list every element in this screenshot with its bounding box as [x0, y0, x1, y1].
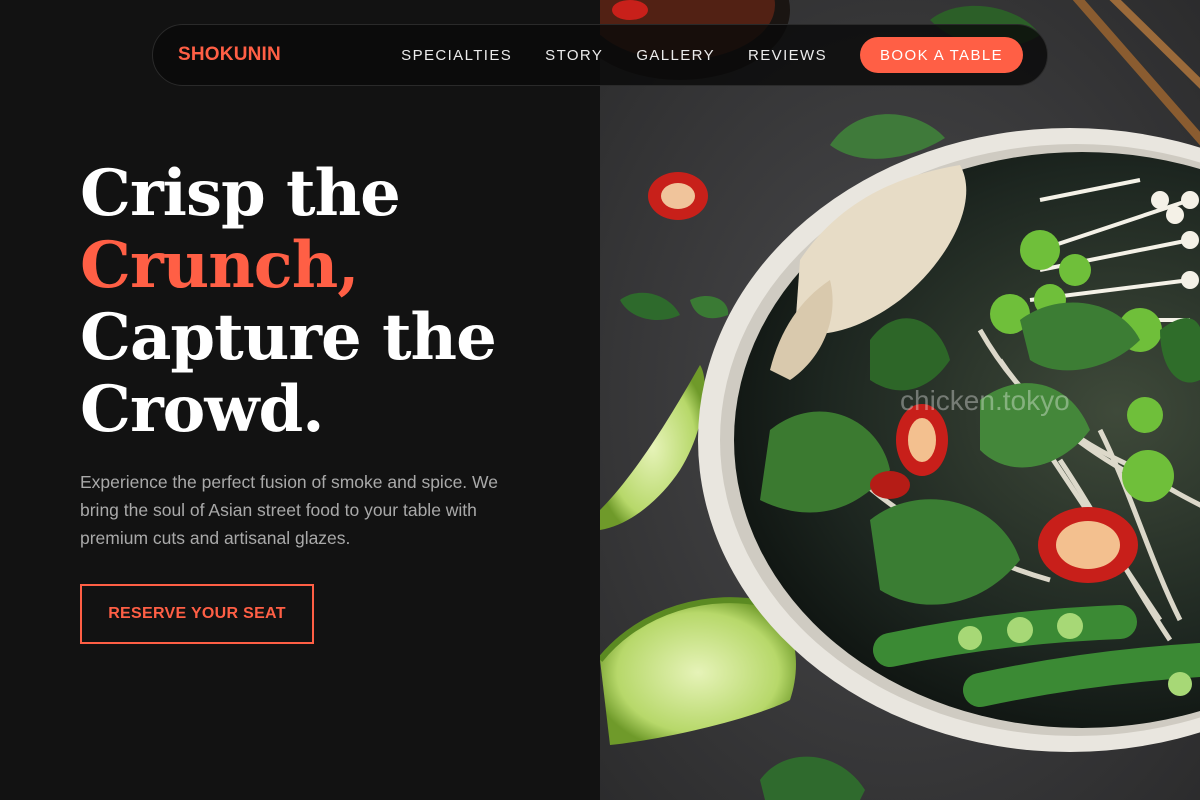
nav-link-specialties[interactable]: SPECIALTIES — [401, 47, 512, 64]
image-watermark: chicken.tokyo — [900, 385, 1070, 416]
nav-link-reviews[interactable]: REVIEWS — [748, 47, 827, 64]
brand-logo[interactable]: SHOKUNIN — [178, 44, 281, 66]
noodle-soup-photo: chicken.tokyo — [600, 0, 1200, 800]
headline-line-3: Capture the — [80, 300, 497, 375]
nav-link-gallery[interactable]: GALLERY — [636, 47, 715, 64]
nav-links: SPECIALTIES STORY GALLERY REVIEWS — [401, 47, 827, 64]
headline-line-1: Crisp the — [80, 156, 401, 231]
hero-headline: Crisp the Crunch, Capture the Crowd. — [80, 158, 600, 446]
headline-accent: Crunch, — [80, 228, 360, 303]
book-table-button[interactable]: BOOK A TABLE — [860, 37, 1023, 73]
hero-image: chicken.tokyo — [600, 0, 1200, 800]
top-navigation: SHOKUNIN SPECIALTIES STORY GALLERY REVIE… — [152, 24, 1048, 86]
reserve-seat-button[interactable]: RESERVE YOUR SEAT — [80, 584, 314, 644]
hero-description: Experience the perfect fusion of smoke a… — [80, 472, 498, 548]
headline-line-4: Crowd. — [80, 372, 324, 447]
nav-link-story[interactable]: STORY — [545, 47, 603, 64]
